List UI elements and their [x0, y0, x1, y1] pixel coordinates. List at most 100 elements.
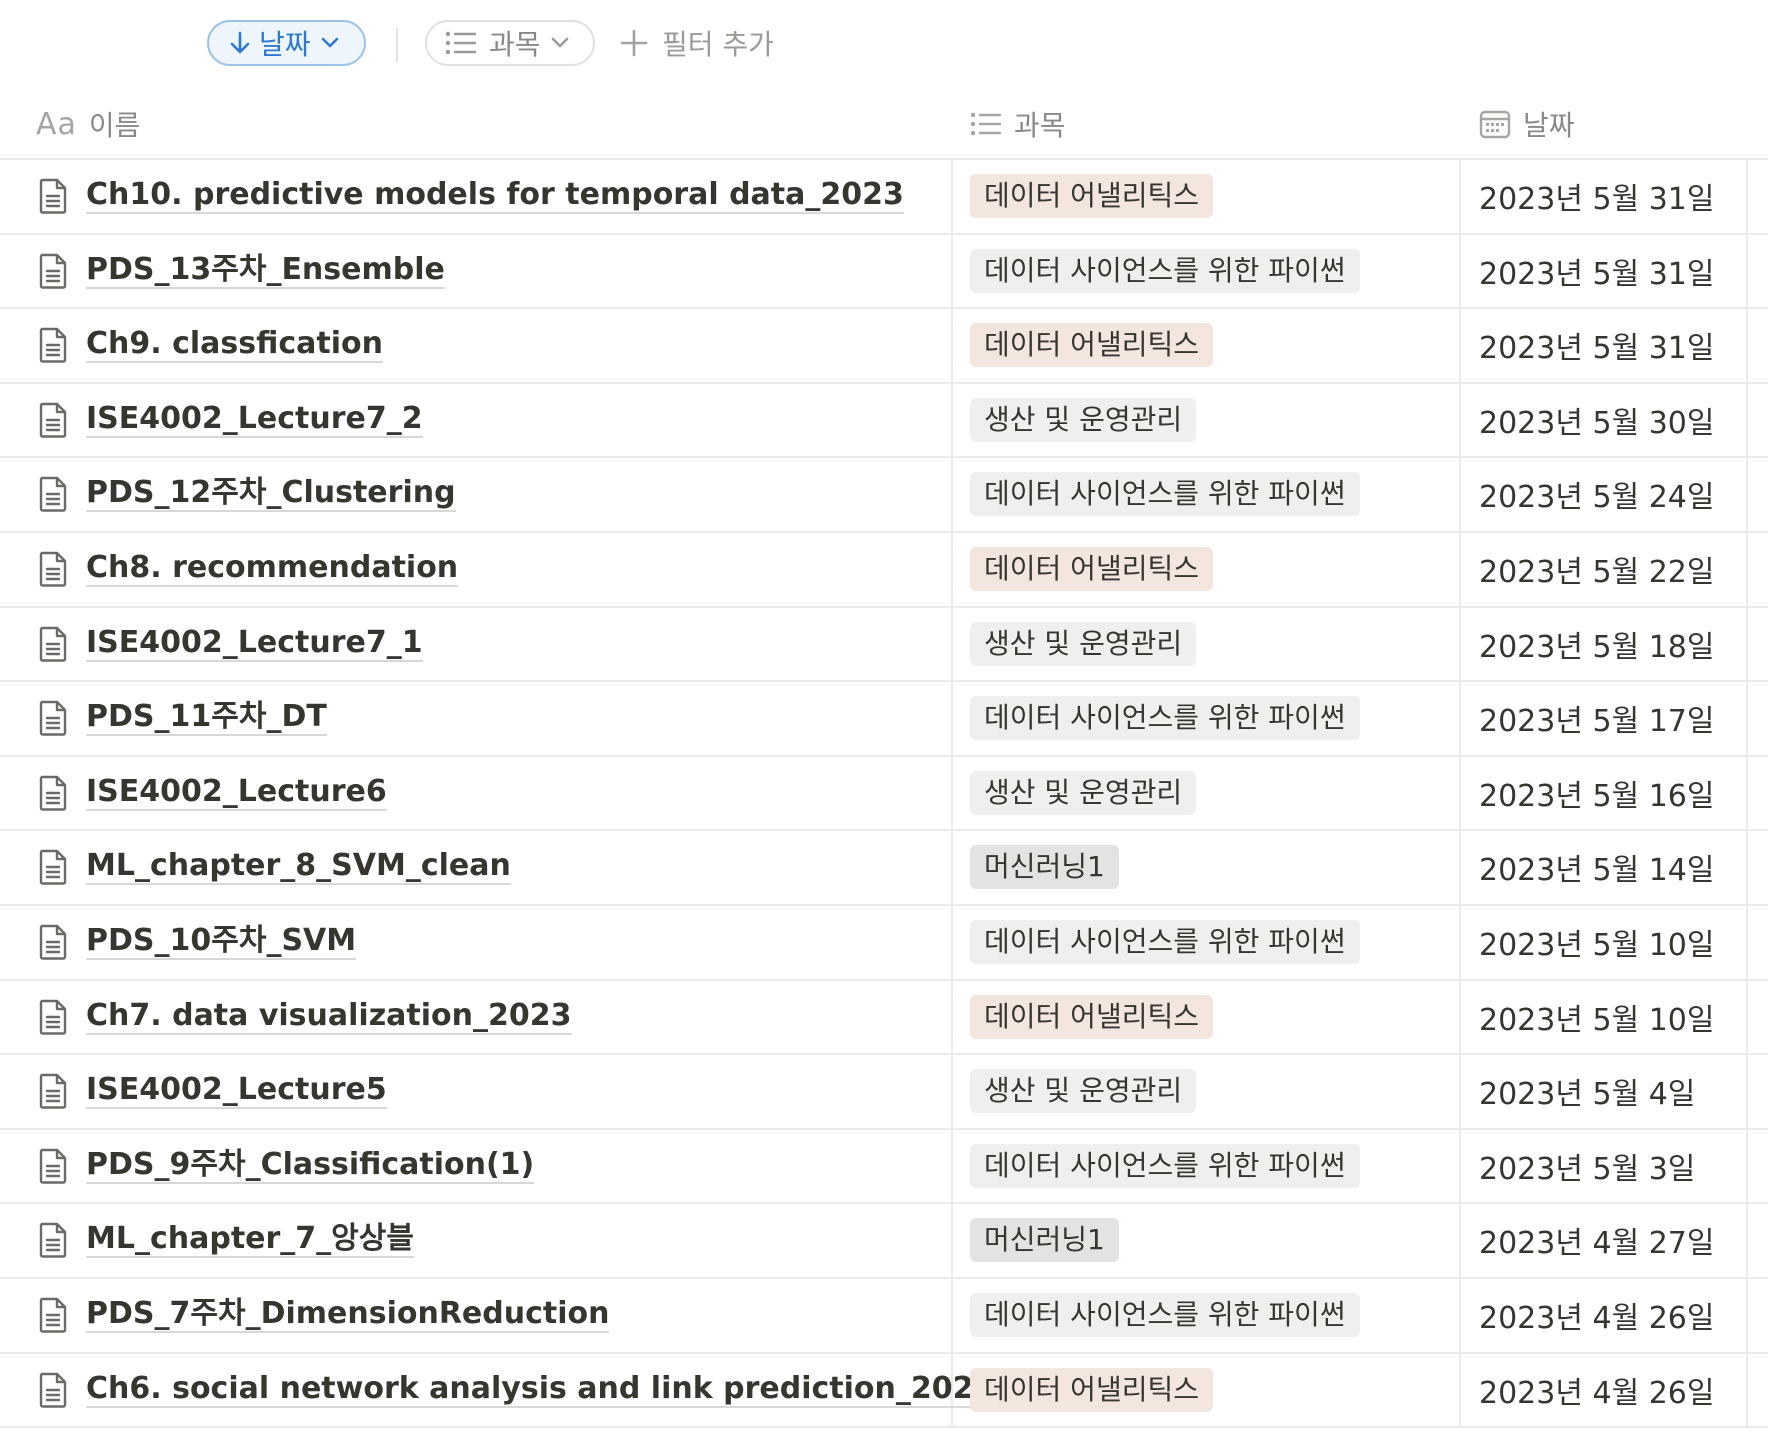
page-title-link[interactable]: ML_chapter_7_앙상블: [86, 1222, 414, 1259]
cell-date[interactable]: 2023년 5월 17일: [1479, 682, 1714, 754]
page-title-link[interactable]: PDS_12주차_Clustering: [86, 476, 456, 513]
cell-name[interactable]: Ch10. predictive models for temporal dat…: [38, 160, 904, 232]
cell-date[interactable]: 2023년 5월 22일: [1479, 533, 1714, 605]
cell-course[interactable]: 데이터 어낼리틱스: [970, 1354, 1213, 1426]
table-row[interactable]: ISE4002_Lecture7_2 생산 및 운영관리 2023년 5월 30일: [0, 383, 1768, 459]
cell-date[interactable]: 2023년 5월 14일: [1479, 831, 1714, 903]
cell-name[interactable]: Ch7. data visualization_2023: [38, 981, 572, 1053]
cell-name[interactable]: PDS_13주차_Ensemble: [38, 235, 445, 307]
cell-date[interactable]: 2023년 5월 31일: [1479, 309, 1714, 381]
cell-course[interactable]: 머신러닝1: [970, 831, 1119, 903]
cell-course[interactable]: 생산 및 운영관리: [970, 384, 1197, 456]
chevron-down-icon: [321, 37, 339, 49]
cell-name[interactable]: ISE4002_Lecture5: [38, 1055, 387, 1127]
column-divider: [1746, 309, 1748, 382]
table-row[interactable]: Ch9. classfication 데이터 어낼리틱스 2023년 5월 31일: [0, 309, 1768, 384]
cell-course[interactable]: 데이터 사이언스를 위한 파이썬: [970, 1130, 1360, 1202]
page-title-link[interactable]: Ch7. data visualization_2023: [86, 998, 572, 1035]
sort-chip-date[interactable]: 날짜: [207, 20, 366, 66]
page-title-link[interactable]: PDS_9주차_Classification(1): [86, 1147, 535, 1184]
column-divider: [1459, 831, 1461, 904]
cell-course[interactable]: 데이터 사이언스를 위한 파이썬: [970, 458, 1360, 530]
cell-course[interactable]: 생산 및 운영관리: [970, 608, 1197, 680]
cell-name[interactable]: ISE4002_Lecture6: [38, 757, 387, 829]
table-row[interactable]: ISE4002_Lecture6 생산 및 운영관리 2023년 5월 16일: [0, 756, 1768, 832]
cell-course[interactable]: 생산 및 운영관리: [970, 757, 1197, 829]
cell-name[interactable]: ISE4002_Lecture7_2: [38, 384, 423, 456]
cell-date[interactable]: 2023년 5월 10일: [1479, 906, 1714, 978]
cell-course[interactable]: 데이터 사이언스를 위한 파이썬: [970, 1279, 1360, 1351]
cell-name[interactable]: ML_chapter_7_앙상블: [38, 1204, 414, 1276]
page-title-link[interactable]: ISE4002_Lecture7_1: [86, 625, 423, 662]
table-row[interactable]: PDS_9주차_Classification(1) 데이터 사이언스를 위한 파이…: [0, 1129, 1768, 1205]
cell-date[interactable]: 2023년 4월 26일: [1479, 1279, 1714, 1351]
cell-course[interactable]: 데이터 어낼리틱스: [970, 160, 1213, 232]
cell-name[interactable]: Ch6. social network analysis and link pr…: [38, 1354, 995, 1426]
table-row[interactable]: Ch6. social network analysis and link pr…: [0, 1353, 1768, 1429]
cell-course[interactable]: 데이터 어낼리틱스: [970, 981, 1213, 1053]
cell-name[interactable]: PDS_9주차_Classification(1): [38, 1130, 535, 1202]
page-icon: [38, 1222, 68, 1259]
cell-date[interactable]: 2023년 5월 10일: [1479, 981, 1714, 1053]
page-title-link[interactable]: PDS_7주차_DimensionReduction: [86, 1296, 610, 1333]
table-row[interactable]: PDS_10주차_SVM 데이터 사이언스를 위한 파이썬 2023년 5월 10일: [0, 905, 1768, 981]
page-title-link[interactable]: Ch10. predictive models for temporal dat…: [86, 178, 904, 214]
course-tag: 데이터 어낼리틱스: [970, 546, 1213, 591]
cell-course[interactable]: 데이터 사이언스를 위한 파이썬: [970, 906, 1360, 978]
table-row[interactable]: Ch7. data visualization_2023 데이터 어낼리틱스 202…: [0, 980, 1768, 1056]
page-title-link[interactable]: ISE4002_Lecture7_2: [86, 401, 423, 438]
column-divider: [1459, 756, 1461, 830]
cell-date[interactable]: 2023년 4월 27일: [1479, 1204, 1714, 1276]
page-title-link[interactable]: Ch9. classfication: [86, 327, 383, 364]
table-row[interactable]: PDS_11주차_DT 데이터 사이언스를 위한 파이썬 2023년 5월 17일: [0, 682, 1768, 757]
cell-name[interactable]: Ch9. classfication: [38, 309, 383, 381]
cell-name[interactable]: ML_chapter_8_SVM_clean: [38, 831, 511, 903]
cell-name[interactable]: PDS_7주차_DimensionReduction: [38, 1279, 610, 1351]
cell-course[interactable]: 데이터 어낼리틱스: [970, 309, 1213, 381]
cell-date[interactable]: 2023년 5월 18일: [1479, 608, 1714, 680]
page-title-link[interactable]: PDS_10주차_SVM: [86, 923, 357, 960]
cell-course[interactable]: 데이터 어낼리틱스: [970, 533, 1213, 605]
table-row[interactable]: ISE4002_Lecture5 생산 및 운영관리 2023년 5월 4일: [0, 1055, 1768, 1130]
table-row[interactable]: PDS_7주차_DimensionReduction 데이터 사이언스를 위한 파…: [0, 1278, 1768, 1354]
cell-date[interactable]: 2023년 4월 26일: [1479, 1354, 1714, 1426]
cell-name[interactable]: ISE4002_Lecture7_1: [38, 608, 423, 680]
text-type-icon: Aa: [36, 106, 77, 142]
cell-date[interactable]: 2023년 5월 30일: [1479, 384, 1714, 456]
cell-date[interactable]: 2023년 5월 3일: [1479, 1130, 1695, 1202]
cell-date[interactable]: 2023년 5월 24일: [1479, 458, 1714, 530]
cell-name[interactable]: PDS_10주차_SVM: [38, 906, 357, 978]
page-title-link[interactable]: Ch8. recommendation: [86, 550, 459, 587]
cell-course[interactable]: 데이터 사이언스를 위한 파이썬: [970, 235, 1360, 307]
table-row[interactable]: Ch8. recommendation 데이터 어낼리틱스 2023년 5월 22일: [0, 532, 1768, 608]
column-header-date[interactable]: 날짜: [1479, 90, 1575, 158]
cell-name[interactable]: PDS_11주차_DT: [38, 682, 327, 754]
page-title-link[interactable]: PDS_11주차_DT: [86, 700, 327, 737]
cell-date[interactable]: 2023년 5월 31일: [1479, 235, 1714, 307]
column-header-name[interactable]: Aa 이름: [36, 90, 140, 158]
property-chip-course[interactable]: 과목: [425, 20, 595, 66]
page-title-link[interactable]: PDS_13주차_Ensemble: [86, 252, 445, 289]
table-row[interactable]: ML_chapter_7_앙상블 머신러닝1 2023년 4월 27일: [0, 1204, 1768, 1279]
table-row[interactable]: ISE4002_Lecture7_1 생산 및 운영관리 2023년 5월 18일: [0, 607, 1768, 683]
add-filter-button[interactable]: 필터 추가: [620, 20, 774, 66]
cell-date[interactable]: 2023년 5월 31일: [1479, 160, 1714, 232]
page-title-link[interactable]: Ch6. social network analysis and link pr…: [86, 1371, 995, 1408]
table-row[interactable]: PDS_13주차_Ensemble 데이터 사이언스를 위한 파이썬 2023년 5…: [0, 234, 1768, 310]
page-title-link[interactable]: ISE4002_Lecture5: [86, 1073, 387, 1110]
table-row[interactable]: ML_chapter_8_SVM_clean 머신러닝1 2023년 5월 14일: [0, 831, 1768, 906]
cell-name[interactable]: Ch8. recommendation: [38, 533, 459, 605]
page-title-link[interactable]: ISE4002_Lecture6: [86, 774, 387, 811]
column-header-course[interactable]: 과목: [970, 90, 1066, 158]
cell-name[interactable]: PDS_12주차_Clustering: [38, 458, 456, 530]
page-icon: [38, 327, 68, 363]
cell-course[interactable]: 생산 및 운영관리: [970, 1055, 1197, 1127]
table-row[interactable]: Ch10. predictive models for temporal dat…: [0, 160, 1768, 235]
cell-course[interactable]: 머신러닝1: [970, 1204, 1119, 1276]
page-title-link[interactable]: ML_chapter_8_SVM_clean: [86, 849, 511, 886]
table-row[interactable]: PDS_12주차_Clustering 데이터 사이언스를 위한 파이썬 2023년…: [0, 458, 1768, 533]
cell-date[interactable]: 2023년 5월 4일: [1479, 1055, 1695, 1127]
cell-date[interactable]: 2023년 5월 16일: [1479, 757, 1714, 829]
list-icon: [445, 30, 477, 56]
cell-course[interactable]: 데이터 사이언스를 위한 파이썬: [970, 682, 1360, 754]
